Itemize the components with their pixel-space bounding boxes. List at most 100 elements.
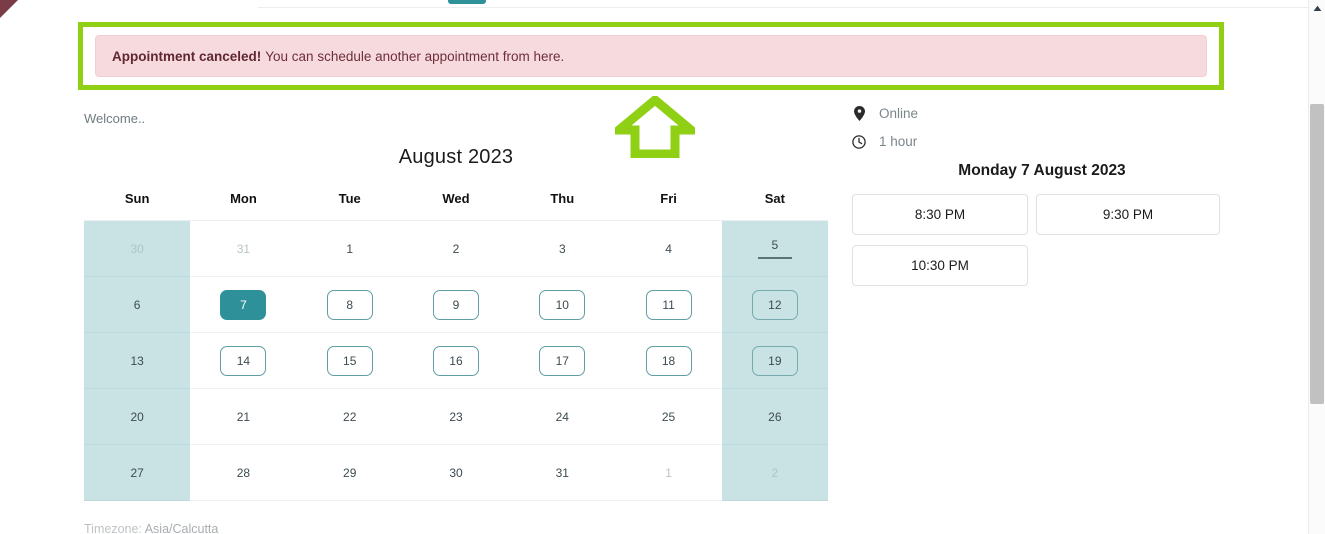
- calendar-day-cell: 2: [402, 221, 510, 277]
- calendar-day-available[interactable]: 8: [326, 289, 373, 320]
- duration-row: 1 hour: [852, 134, 1232, 149]
- location-pin-icon: [852, 106, 866, 121]
- calendar-day-label: 30: [449, 465, 463, 480]
- time-slot-button[interactable]: 9:30 PM: [1036, 194, 1220, 235]
- timezone-label: Timezone:: [84, 522, 142, 534]
- calendar-day-cell[interactable]: 14: [190, 333, 297, 389]
- time-slot-list: 8:30 PM 9:30 PM 10:30 PM: [852, 194, 1232, 286]
- calendar-day-cell: 28: [190, 445, 297, 501]
- calendar-day-cell[interactable]: 16: [402, 333, 510, 389]
- calendar-day-cell[interactable]: 12: [721, 277, 828, 333]
- appointment-canceled-alert: Appointment canceled! You can schedule a…: [95, 35, 1207, 77]
- calendar-day-label: 13: [130, 353, 144, 368]
- calendar-day-cell: 20: [84, 389, 191, 445]
- calendar-day-label: 31: [236, 241, 251, 256]
- calendar-day-label: 5: [771, 238, 779, 252]
- calendar-day-cell: 1: [615, 445, 722, 501]
- calendar-day-cell: 4: [615, 221, 722, 277]
- alert-message: You can schedule another appointment fro…: [265, 48, 565, 64]
- scroll-up-arrow-icon[interactable]: [1309, 0, 1325, 17]
- calendar-day-label: 21: [236, 409, 251, 424]
- calendar-day-cell[interactable]: 17: [509, 333, 616, 389]
- alert-annotation-highlight: Appointment canceled! You can schedule a…: [78, 22, 1224, 90]
- calendar-day-available[interactable]: 12: [751, 289, 798, 320]
- alert-strong-text: Appointment canceled!: [112, 48, 262, 64]
- timezone-footer: Timezone: Asia/Calcutta: [84, 522, 784, 534]
- calendar-day-cell: 30: [84, 221, 191, 277]
- calendar-day-cell: 30: [402, 445, 510, 501]
- welcome-text: Welcome..: [84, 111, 146, 126]
- calendar-weekday-tue: Tue: [338, 191, 361, 206]
- scrollbar-thumb[interactable]: [1310, 104, 1324, 404]
- calendar-day-label: 22: [343, 409, 357, 424]
- calendar-day-available[interactable]: 18: [645, 345, 692, 376]
- calendar-day-label: 25: [661, 409, 676, 424]
- calendar-weekday-sun: Sun: [124, 191, 150, 206]
- calendar-day-label: 31: [555, 465, 569, 480]
- calendar-day-available[interactable]: 17: [539, 345, 586, 376]
- calendar-day-cell: 2: [721, 445, 828, 501]
- today-underline-bar: [757, 257, 792, 259]
- corner-decoration: [0, 0, 46, 30]
- calendar-day-available[interactable]: 14: [220, 345, 267, 376]
- location-label: Online: [879, 106, 919, 121]
- calendar-day-cell[interactable]: 9: [402, 277, 510, 333]
- calendar-day-label: 26: [768, 409, 782, 424]
- calendar-day-cell: 22: [296, 389, 403, 445]
- calendar-day-cell[interactable]: 15: [296, 333, 403, 389]
- calendar-day-cell[interactable]: 18: [615, 333, 722, 389]
- calendar-day-cell: 25: [615, 389, 722, 445]
- calendar-weekday-sat: Sat: [764, 191, 785, 206]
- calendar-day-label: 4: [665, 241, 672, 256]
- calendar-day-label: 1: [665, 465, 672, 480]
- calendar-weekday-header: Sun Mon Tue Wed Thu Fri Sat: [84, 191, 828, 220]
- calendar-weekday-wed: Wed: [442, 191, 470, 206]
- calendar-day-label: 24: [555, 409, 569, 424]
- duration-label: 1 hour: [879, 134, 918, 149]
- calendar-day-cell: 29: [296, 445, 403, 501]
- calendar-day-available[interactable]: 9: [432, 289, 479, 320]
- calendar-day-cell[interactable]: 10: [509, 277, 616, 333]
- appointment-details-panel: Online 1 hour Monday 7 August 2023 8:30 …: [852, 106, 1232, 286]
- calendar-day-available[interactable]: 16: [432, 345, 479, 376]
- calendar-day-label: 20: [130, 409, 144, 424]
- calendar-day-cell: 1: [296, 221, 403, 277]
- calendar-day-cell[interactable]: 19: [721, 333, 828, 389]
- calendar-day-cell: 23: [402, 389, 510, 445]
- timezone-value[interactable]: Asia/Calcutta: [145, 522, 219, 534]
- selected-date-heading: Monday 7 August 2023: [958, 162, 1126, 179]
- calendar-day-label: 6: [133, 297, 141, 312]
- calendar-weekday-fri: Fri: [660, 191, 677, 206]
- calendar-day-available[interactable]: 11: [645, 289, 692, 320]
- calendar-day-label: 23: [449, 409, 463, 424]
- calendar-day-label: 1: [346, 241, 354, 256]
- calendar-day-label: 3: [558, 241, 566, 256]
- calendar-day-cell: 21: [190, 389, 297, 445]
- time-slot-button[interactable]: 8:30 PM: [852, 194, 1028, 235]
- calendar-day-available[interactable]: 10: [539, 289, 586, 320]
- calendar-day-cell: 27: [84, 445, 191, 501]
- vertical-scrollbar[interactable]: [1308, 0, 1325, 534]
- calendar-day-label: 2: [771, 465, 779, 480]
- calendar-day-cell: 31: [509, 445, 616, 501]
- calendar-day-available[interactable]: 19: [751, 345, 798, 376]
- time-slot-button[interactable]: 10:30 PM: [852, 245, 1028, 286]
- calendar-day-cell[interactable]: 8: [296, 277, 403, 333]
- calendar-month-title: August 2023: [398, 146, 514, 168]
- calendar-weekday-thu: Thu: [550, 191, 575, 206]
- top-divider: [258, 7, 1308, 8]
- calendar-day-cell[interactable]: 11: [615, 277, 722, 333]
- page-scroll-area: Appointment canceled! You can schedule a…: [0, 0, 1308, 534]
- calendar-day-label: 27: [130, 465, 144, 480]
- calendar-day-available[interactable]: 15: [326, 345, 373, 376]
- calendar-day-cell: 31: [190, 221, 297, 277]
- calendar-day-label: 2: [452, 241, 460, 256]
- calendar-day-cell: 5: [721, 221, 828, 277]
- calendar-day-label: 29: [343, 465, 357, 480]
- calendar-day-cell: 26: [721, 389, 828, 445]
- calendar-weekday-mon: Mon: [230, 191, 257, 206]
- calendar-day-cell[interactable]: 7: [190, 277, 297, 333]
- calendar-day-selected[interactable]: 7: [220, 289, 267, 320]
- location-row: Online: [852, 106, 1232, 121]
- calendar-day-label: 28: [236, 465, 251, 480]
